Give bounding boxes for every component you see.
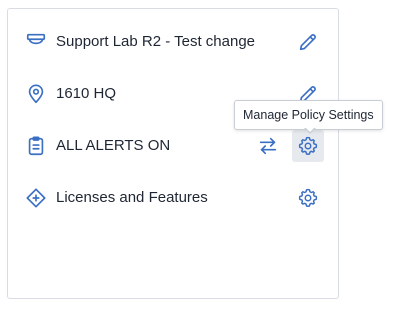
licenses-settings-button[interactable]	[292, 182, 324, 214]
alert-policy-label: ALL ALERTS ON	[56, 137, 171, 154]
edit-icon	[299, 34, 316, 51]
site-details-card: Support Lab R2 - Test change 1610 HQ ALL…	[7, 8, 339, 299]
clipboard-icon	[25, 135, 47, 157]
manage-policy-settings-button[interactable]	[292, 130, 324, 162]
edit-name-button[interactable]	[292, 26, 324, 58]
licenses-label: Licenses and Features	[56, 189, 208, 206]
location-label: 1610 HQ	[56, 85, 117, 102]
row-alert-policy: ALL ALERTS ON	[8, 126, 338, 166]
page: Support Lab R2 - Test change 1610 HQ ALL…	[0, 0, 398, 313]
location-pin-icon	[25, 83, 47, 105]
tooltip-arrow	[304, 127, 316, 134]
site-name-label: Support Lab R2 - Test change	[56, 33, 256, 50]
gear-icon	[298, 188, 318, 207]
row-licenses: Licenses and Features	[8, 178, 338, 218]
manage-policy-settings-tooltip: Manage Policy Settings	[234, 100, 383, 130]
gear-icon	[298, 136, 318, 155]
change-policy-button[interactable]	[252, 130, 284, 162]
diamond-plus-icon	[25, 187, 47, 209]
row-site-name: Support Lab R2 - Test change	[8, 22, 338, 62]
camera-icon	[25, 31, 47, 53]
swap-arrows-icon	[259, 137, 277, 155]
